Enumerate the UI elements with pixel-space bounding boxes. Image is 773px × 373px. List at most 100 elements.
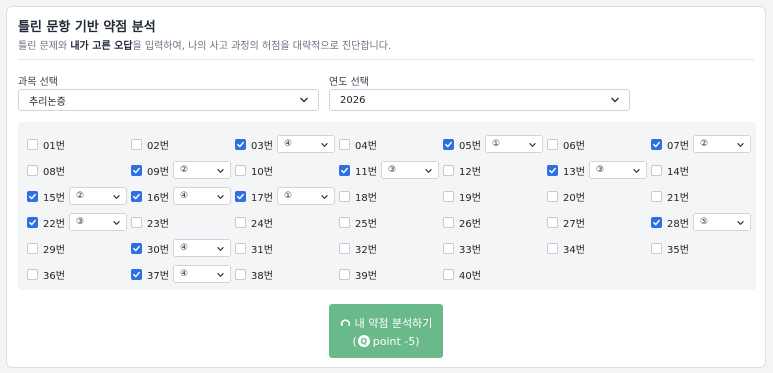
wrong-answer-select[interactable]: ④ bbox=[172, 239, 231, 257]
question-item: 34번 bbox=[547, 239, 585, 257]
question-checkbox[interactable] bbox=[443, 242, 454, 254]
question-checkbox[interactable] bbox=[131, 164, 142, 176]
question-checkbox[interactable] bbox=[131, 242, 142, 254]
question-checkbox[interactable] bbox=[547, 190, 558, 202]
wrong-answer-select[interactable]: ⑤ bbox=[692, 213, 751, 231]
question-checkbox[interactable] bbox=[547, 164, 558, 176]
question-item: 33번 bbox=[443, 239, 481, 257]
wrong-answer-value: ① bbox=[283, 191, 293, 201]
wrong-answer-select[interactable]: ③ bbox=[380, 161, 439, 179]
question-checkbox[interactable] bbox=[131, 216, 142, 228]
question-label: 07번 bbox=[667, 140, 689, 152]
question-checkbox[interactable] bbox=[27, 216, 38, 228]
subject-select[interactable]: 추리논증 bbox=[18, 89, 319, 111]
question-item: 02번 bbox=[131, 135, 169, 153]
wrong-answer-select[interactable]: ② bbox=[172, 161, 231, 179]
question-checkbox[interactable] bbox=[27, 190, 38, 202]
year-select-value: 2026 bbox=[340, 94, 366, 106]
question-checkbox[interactable] bbox=[27, 138, 38, 150]
question-checkbox[interactable] bbox=[339, 268, 350, 280]
wrong-answer-select[interactable]: ③ bbox=[68, 213, 127, 231]
question-checkbox[interactable] bbox=[443, 138, 454, 150]
wrong-answer-select[interactable]: ③ bbox=[588, 161, 647, 179]
wrong-answer-select[interactable]: ② bbox=[68, 187, 127, 205]
wrong-answer-value: ⑤ bbox=[699, 217, 709, 227]
question-checkbox[interactable] bbox=[339, 164, 350, 176]
question-checkbox[interactable] bbox=[443, 216, 454, 228]
question-checkbox[interactable] bbox=[651, 164, 662, 176]
question-checkbox[interactable] bbox=[339, 138, 350, 150]
check-icon bbox=[237, 141, 244, 147]
question-checkbox[interactable] bbox=[131, 138, 142, 150]
question-checkbox[interactable] bbox=[27, 242, 38, 254]
question-item: 22번 ③ bbox=[27, 213, 127, 231]
question-checkbox[interactable] bbox=[547, 242, 558, 254]
wrong-answer-select[interactable]: ① bbox=[276, 187, 335, 205]
cost-open-paren: ( bbox=[352, 334, 357, 348]
chevron-down-icon bbox=[113, 194, 120, 200]
question-label: 20번 bbox=[563, 192, 585, 204]
question-label: 36번 bbox=[43, 270, 65, 282]
question-label: 33번 bbox=[459, 244, 481, 256]
question-label: 02번 bbox=[147, 140, 169, 152]
year-select[interactable]: 2026 bbox=[329, 89, 630, 111]
question-item: 36번 bbox=[27, 265, 65, 283]
question-checkbox[interactable] bbox=[27, 268, 38, 280]
question-checkbox[interactable] bbox=[131, 268, 142, 280]
question-item: 30번 ④ bbox=[131, 239, 231, 257]
question-item: 19번 bbox=[443, 187, 481, 205]
wrong-answer-select[interactable]: ① bbox=[484, 135, 543, 153]
question-checkbox[interactable] bbox=[651, 138, 662, 150]
question-item: 27번 bbox=[547, 213, 585, 231]
chevron-down-icon bbox=[217, 272, 224, 278]
question-item: 14번 bbox=[651, 161, 689, 179]
chevron-down-icon bbox=[217, 194, 224, 200]
check-icon bbox=[341, 167, 348, 173]
question-item: 26번 bbox=[443, 213, 481, 231]
question-label: 34번 bbox=[563, 244, 585, 256]
question-checkbox[interactable] bbox=[443, 164, 454, 176]
wrong-answer-value: ③ bbox=[595, 165, 605, 175]
question-label: 08번 bbox=[43, 166, 65, 178]
analyze-weakness-button[interactable]: 내 약점 분석하기 ( Q point -5 ) bbox=[329, 304, 443, 358]
question-checkbox[interactable] bbox=[27, 164, 38, 176]
question-item: 20번 bbox=[547, 187, 585, 205]
question-checkbox[interactable] bbox=[547, 138, 558, 150]
question-checkbox[interactable] bbox=[235, 190, 246, 202]
check-icon bbox=[653, 219, 660, 225]
wrong-answer-select[interactable]: ④ bbox=[172, 187, 231, 205]
question-checkbox[interactable] bbox=[651, 242, 662, 254]
question-checkbox[interactable] bbox=[235, 268, 246, 280]
question-label: 40번 bbox=[459, 270, 481, 282]
chevron-down-icon bbox=[737, 220, 744, 226]
question-checkbox[interactable] bbox=[339, 216, 350, 228]
question-label: 32번 bbox=[355, 244, 377, 256]
question-checkbox[interactable] bbox=[235, 242, 246, 254]
question-checkbox[interactable] bbox=[235, 216, 246, 228]
wrong-answer-select[interactable]: ④ bbox=[276, 135, 335, 153]
question-checkbox[interactable] bbox=[443, 268, 454, 280]
wrong-answer-value: ② bbox=[699, 139, 709, 149]
chevron-down-icon bbox=[633, 168, 640, 174]
question-checkbox[interactable] bbox=[651, 216, 662, 228]
wrong-answer-value: ④ bbox=[179, 269, 189, 279]
subject-select-value: 추리논증 bbox=[29, 96, 66, 108]
question-checkbox[interactable] bbox=[131, 190, 142, 202]
chevron-down-icon bbox=[321, 194, 328, 200]
chevron-down-icon bbox=[300, 97, 308, 103]
wrong-answer-select[interactable]: ④ bbox=[172, 265, 231, 283]
question-item: 16번 ④ bbox=[131, 187, 231, 205]
question-checkbox[interactable] bbox=[339, 190, 350, 202]
question-label: 18번 bbox=[355, 192, 377, 204]
question-label: 37번 bbox=[147, 270, 169, 282]
check-icon bbox=[29, 193, 36, 199]
question-checkbox[interactable] bbox=[443, 190, 454, 202]
question-checkbox[interactable] bbox=[547, 216, 558, 228]
question-grid: 01번 02번 03번 ④ 04번 05번 ① 06번 07번 ② 08번 09번 ② 10번 11번 ③ 12… bbox=[18, 122, 756, 290]
subject-label: 과목 선택 bbox=[18, 77, 58, 88]
question-checkbox[interactable] bbox=[339, 242, 350, 254]
question-checkbox[interactable] bbox=[651, 190, 662, 202]
question-checkbox[interactable] bbox=[235, 164, 246, 176]
question-checkbox[interactable] bbox=[235, 138, 246, 150]
wrong-answer-select[interactable]: ② bbox=[692, 135, 751, 153]
